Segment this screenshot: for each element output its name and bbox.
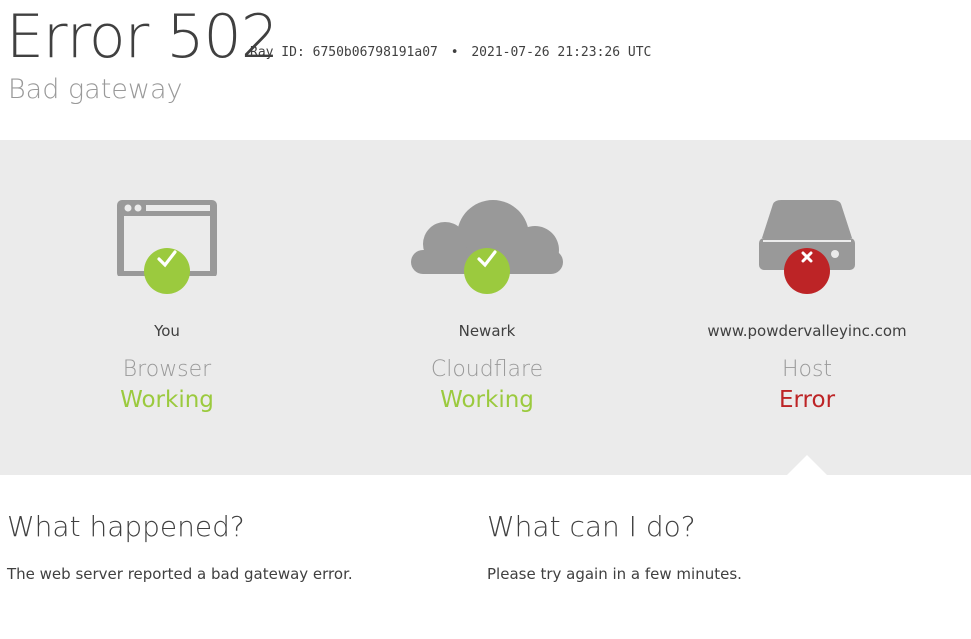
status-band: You Browser Working Newark Cloudflare Wo… xyxy=(0,140,971,475)
what-happened-title: What happened? xyxy=(7,510,245,543)
cloudflare-status-icon xyxy=(327,196,647,306)
host-state: Error xyxy=(778,387,836,413)
browser-status-icon xyxy=(7,196,327,306)
what-can-i-do-section: What can I do? Please try again in a few… xyxy=(487,475,947,583)
status-browser: You Browser Working xyxy=(7,140,327,475)
what-happened-text: The web server reported a bad gateway er… xyxy=(7,565,353,583)
what-can-i-do-text: Please try again in a few minutes. xyxy=(487,565,742,583)
what-happened-section: What happened? The web server reported a… xyxy=(7,475,467,583)
host-location: www.powdervalleyinc.com xyxy=(707,322,907,340)
ray-id-label: Ray ID: xyxy=(250,45,305,60)
browser-state: Working xyxy=(120,387,214,413)
cloudflare-location: Newark xyxy=(458,322,516,340)
error-header: Error 502 Ray ID: 6750b06798191a07 • 202… xyxy=(0,0,971,140)
host-role: Host xyxy=(781,357,833,382)
cloudflare-state: Working xyxy=(440,387,534,413)
meta-separator: • xyxy=(450,45,459,60)
status-host: www.powdervalleyinc.com Host Error xyxy=(647,140,967,475)
ray-meta: Ray ID: 6750b06798191a07 • 2021-07-26 21… xyxy=(250,45,651,60)
error-code-title: Error 502 xyxy=(6,2,279,72)
browser-role: Browser xyxy=(122,357,212,382)
host-status-icon xyxy=(647,196,967,306)
check-badge-icon xyxy=(144,248,190,294)
status-cloudflare: Newark Cloudflare Working xyxy=(327,140,647,475)
error-subtitle: Bad gateway xyxy=(8,74,183,105)
timestamp: 2021-07-26 21:23:26 UTC xyxy=(471,45,652,60)
ray-id-value: 6750b06798191a07 xyxy=(312,45,438,60)
browser-location: You xyxy=(154,322,180,340)
check-badge-icon xyxy=(464,248,510,294)
info-section: What happened? The web server reported a… xyxy=(0,475,971,639)
what-can-i-do-title: What can I do? xyxy=(487,510,696,543)
error-badge-icon xyxy=(784,248,830,294)
cloudflare-role: Cloudflare xyxy=(430,357,544,382)
